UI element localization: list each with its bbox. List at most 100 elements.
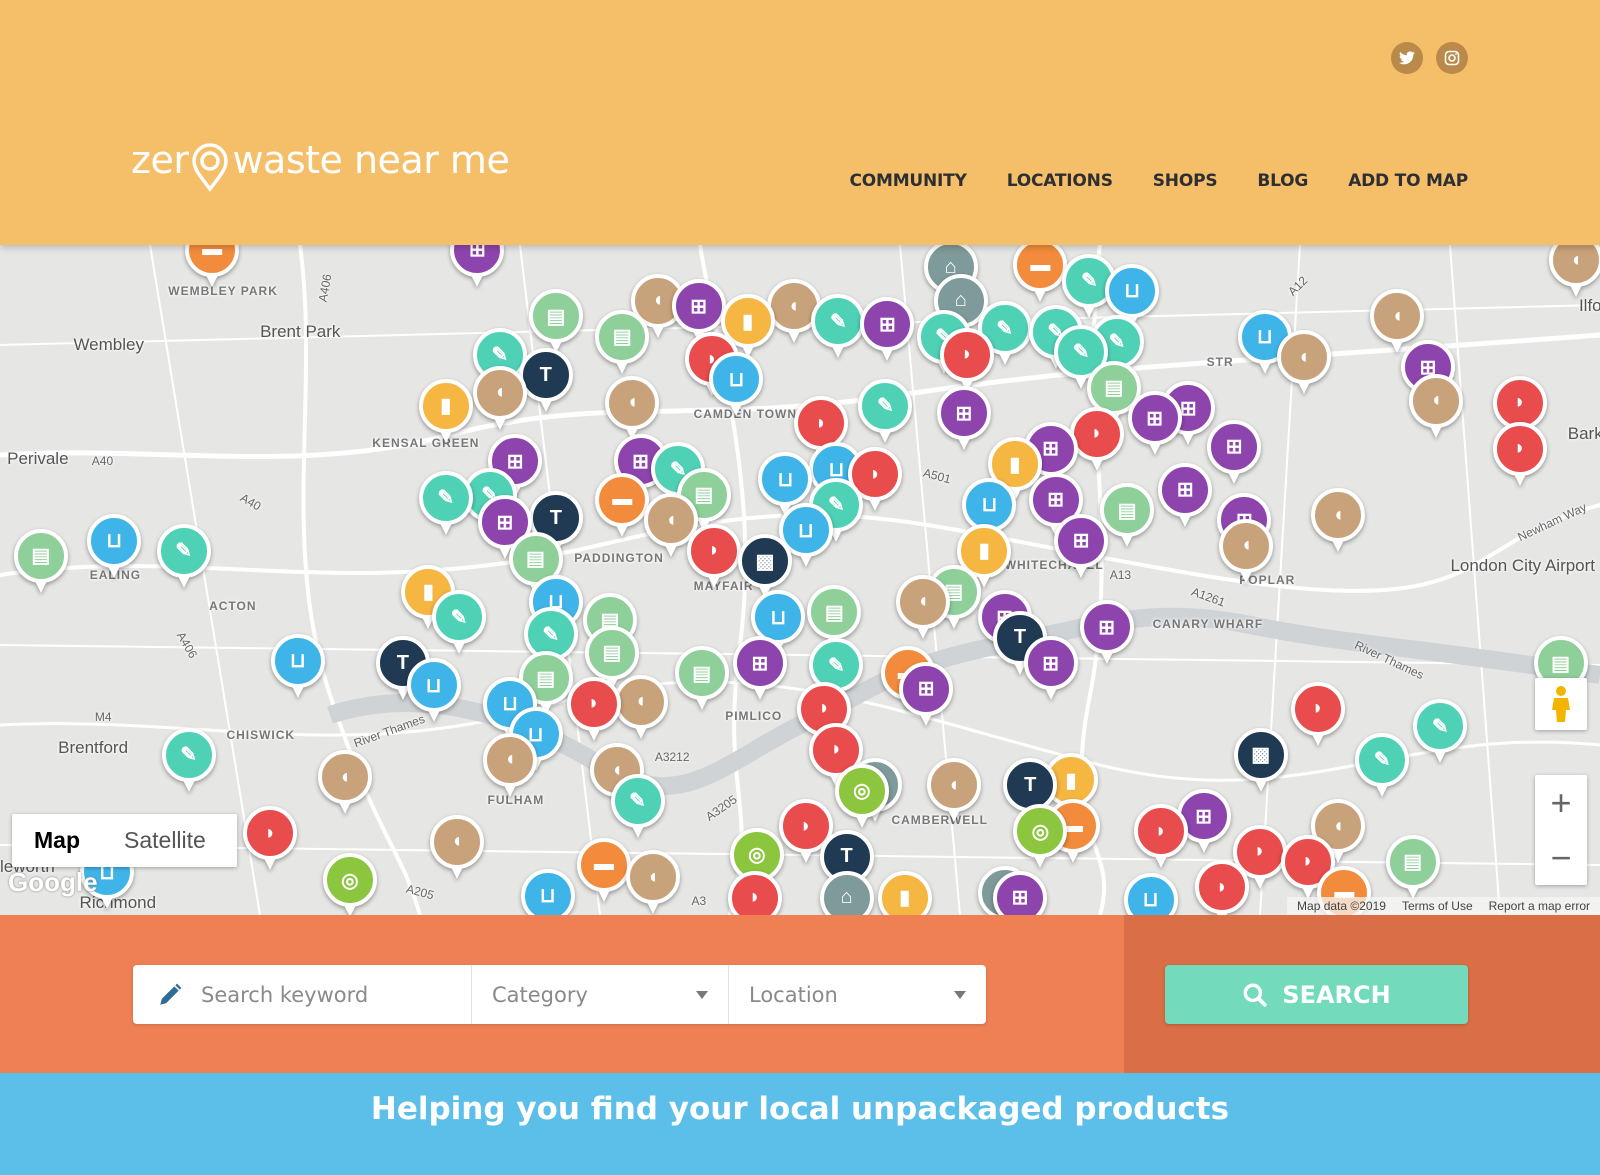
bread-icon: ◖ [429, 814, 484, 869]
map-pin-basket[interactable]: ⊞ [1207, 419, 1262, 486]
map-pin-cart[interactable]: ⊔ [520, 868, 575, 915]
street-view-pegman[interactable] [1535, 678, 1587, 730]
map-pin-market[interactable]: ▤ [13, 528, 68, 595]
map-pin-sausage[interactable]: ◗ [243, 806, 298, 872]
map-pin-basket[interactable]: ⊞ [860, 297, 915, 363]
map-pin-carrot[interactable]: ✎ [418, 470, 473, 537]
location-select[interactable]: Location [729, 965, 986, 1024]
map-pin-carrot[interactable]: ✎ [161, 727, 216, 794]
map-pin-sausage[interactable]: ◗ [1290, 681, 1345, 748]
map-pin-bread[interactable]: ◖ [1276, 330, 1331, 396]
basket-icon: ⊞ [936, 386, 991, 441]
map-pin-carrot[interactable]: ✎ [1413, 699, 1468, 765]
category-select[interactable]: Category [472, 965, 729, 1024]
map-pin-sausage[interactable]: ◗ [727, 870, 782, 915]
map-pin-bread[interactable]: ◖ [1409, 373, 1464, 440]
map-pin-basket[interactable]: ⊞ [1023, 636, 1078, 702]
map-pin-target[interactable]: ◎ [322, 853, 377, 915]
map-type-satellite[interactable]: Satellite [102, 827, 228, 854]
search-button[interactable]: SEARCH [1165, 965, 1468, 1024]
map-pin-sausage[interactable]: ◗ [566, 676, 621, 743]
map-pin-shop[interactable]: ⌂ [819, 870, 874, 915]
map-pin-market[interactable]: ▤ [528, 289, 583, 355]
map-pin-bread[interactable]: ◖ [483, 732, 537, 799]
keyword-field[interactable]: Search keyword [133, 965, 472, 1024]
map-pin-bread[interactable]: ◖ [625, 850, 680, 915]
map-pin-cart[interactable]: ⊔ [270, 633, 325, 700]
map-pin-bread[interactable]: ◖ [317, 750, 372, 816]
map-pin-cart[interactable]: ⊔ [1123, 872, 1178, 915]
map-pin-sausage[interactable]: ◗ [1133, 804, 1188, 870]
map-pin-bread[interactable]: ◖ [896, 574, 951, 641]
map-pin-bread[interactable]: ◖ [1311, 488, 1366, 554]
map-pin-jar[interactable]: ▬ [576, 837, 631, 904]
instagram-link[interactable] [1436, 42, 1468, 74]
map-pin-sausage[interactable]: ◗ [1069, 406, 1124, 473]
map-label: PIMLICO [725, 709, 783, 724]
map-pin-jar[interactable]: ▬ [1013, 245, 1068, 304]
map-pin-target[interactable]: ◎ [834, 763, 889, 830]
map-pin-carrot[interactable]: ✎ [610, 773, 665, 840]
map-pin-sausage[interactable]: ◗ [939, 327, 994, 394]
carrot-icon: ✎ [1413, 699, 1468, 754]
nav-add-to-map[interactable]: ADD TO MAP [1348, 171, 1468, 191]
map-pin-basket[interactable]: ⊞ [1127, 391, 1182, 457]
carrot-icon: ✎ [811, 294, 866, 349]
map-pin-bread[interactable]: ◖ [1219, 518, 1274, 585]
map-pin-cart[interactable]: ⊔ [709, 352, 764, 418]
map-pin-carrot[interactable]: ✎ [156, 523, 211, 590]
map-pin-bread[interactable]: ◖ [613, 674, 668, 741]
map-pin-market[interactable]: ▤ [674, 646, 729, 712]
map-pin-cart[interactable]: ⊔ [87, 513, 142, 580]
map-pin-sausage[interactable]: ◗ [687, 523, 741, 590]
map-pin-bread[interactable]: ◖ [472, 365, 527, 432]
map-pin-basket[interactable]: ⊞ [936, 386, 991, 452]
zoom-in-button[interactable]: + [1535, 775, 1587, 830]
map-pin-jar[interactable]: ▬ [595, 472, 650, 539]
map-pin-bread[interactable]: ◖ [605, 375, 660, 442]
map-pin-carrot[interactable]: ✎ [858, 378, 913, 445]
map-pin-sausage[interactable]: ◗ [1194, 860, 1249, 915]
map-pin-market[interactable]: ▤ [1100, 483, 1155, 549]
map-pin-carrot[interactable]: ✎ [811, 294, 866, 360]
map-pin-market[interactable]: ▤ [1385, 834, 1440, 901]
pegman-icon [1552, 686, 1570, 722]
twitter-icon [1399, 51, 1415, 65]
map-pin-market[interactable]: ▤ [595, 309, 650, 376]
zoom-out-button[interactable]: − [1535, 830, 1587, 885]
map-pin-basket[interactable]: ⊞ [450, 245, 505, 289]
map-pin-bottle[interactable]: ▮ [418, 378, 473, 445]
map-type-map[interactable]: Map [12, 827, 102, 854]
map-pin-bread[interactable]: ◖ [429, 814, 484, 881]
twitter-link[interactable] [1391, 42, 1423, 74]
map-pin-basket[interactable]: ⊞ [1054, 513, 1109, 580]
jar-icon: ▬ [185, 245, 240, 277]
jar-icon: ▬ [576, 837, 631, 892]
map-pin-cart[interactable]: ⊔ [406, 658, 461, 724]
map-pin-bread[interactable]: ◖ [926, 758, 981, 824]
map-pin-target[interactable]: ◎ [1013, 804, 1068, 870]
map-pin-basket[interactable]: ⊞ [1079, 600, 1134, 666]
map-pin-carrot[interactable]: ✎ [1355, 732, 1410, 799]
nav-locations[interactable]: LOCATIONS [1007, 171, 1113, 191]
map-pin-basket[interactable]: ⊞ [899, 661, 954, 728]
map-pin-bread[interactable]: ◖ [1548, 245, 1600, 299]
map-pin-cheese[interactable]: ▩ [1233, 727, 1288, 794]
map-pin-basket[interactable]: ⊞ [732, 636, 787, 702]
nav-community[interactable]: COMMUNITY [849, 171, 966, 191]
map-pin-carrot[interactable]: ✎ [432, 590, 486, 656]
logo[interactable]: zer waste near me [131, 136, 510, 192]
map[interactable]: Wembley WEMBLEY PARK Brent Park Perivale A40… [0, 245, 1600, 915]
carrot-icon: ✎ [418, 470, 473, 525]
map-pin-basket[interactable]: ⊞ [993, 870, 1047, 915]
map-pin-jar[interactable]: ▬ [185, 245, 240, 289]
terms-link[interactable]: Terms of Use [1402, 899, 1473, 913]
map-pin-bottle[interactable]: ▮ [877, 870, 932, 915]
nav-blog[interactable]: BLOG [1257, 171, 1308, 191]
report-error-link[interactable]: Report a map error [1489, 899, 1590, 913]
cheese-icon: ▩ [738, 534, 792, 588]
nav-shops[interactable]: SHOPS [1153, 171, 1218, 191]
bread-icon: ◖ [1276, 330, 1331, 384]
map-pin-sausage[interactable]: ◗ [1492, 421, 1547, 488]
map-pin-basket[interactable]: ⊞ [1158, 462, 1213, 529]
